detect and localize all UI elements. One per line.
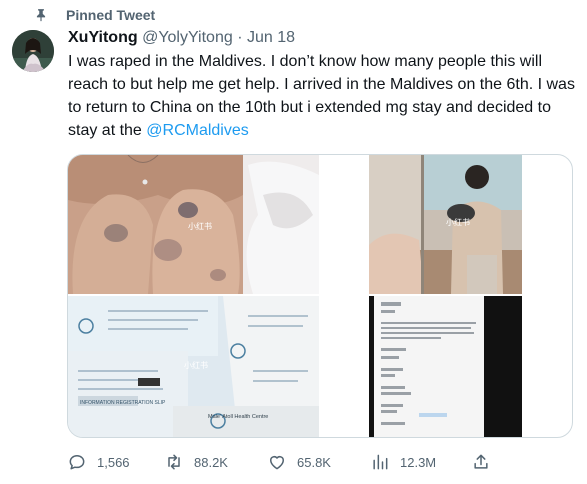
photo-4[interactable]	[369, 296, 522, 437]
tweet-body: I was raped in the Maldives. I don’t kno…	[68, 53, 575, 139]
share-button[interactable]	[471, 448, 491, 476]
pinned-row	[34, 6, 48, 24]
display-name[interactable]: XuYitong	[68, 29, 138, 46]
watermark: 小红书	[446, 218, 470, 227]
avatar[interactable]	[12, 30, 54, 72]
retweet-icon	[168, 454, 180, 470]
avatar-image	[12, 30, 54, 72]
reply-button[interactable]: 1,566	[67, 448, 130, 476]
mention-link[interactable]: @RCMaldives	[146, 122, 248, 139]
retweet-button[interactable]: 88.2K	[164, 448, 228, 476]
photo-clinic-name: Male' Atoll Health Centre	[208, 414, 268, 420]
pinned-label: Pinned Tweet	[66, 7, 156, 23]
media-grid: INFORMATION REGISTRATION SLIP Male' Atol…	[67, 154, 573, 438]
tweet-header: XuYitong @YolyYitong · Jun 18	[68, 28, 295, 48]
pin-icon	[36, 9, 46, 22]
action-bar: 1,566 88.2K 65.8K 12.3M	[0, 448, 587, 476]
heart-icon	[270, 456, 284, 470]
watermark: 小红书	[184, 361, 208, 370]
photo-form-title: INFORMATION REGISTRATION SLIP	[80, 400, 166, 406]
views-count: 12.3M	[400, 454, 437, 470]
tweet-text: I was raped in the Maldives. I don’t kno…	[68, 50, 578, 142]
views-button[interactable]: 12.3M	[370, 448, 436, 476]
tweet-date[interactable]: Jun 18	[247, 29, 295, 46]
reply-count: 1,566	[97, 454, 130, 470]
watermark: 小红书	[188, 222, 212, 231]
like-count: 65.8K	[297, 454, 331, 470]
separator-dot: ·	[237, 29, 243, 46]
tweet[interactable]: Pinned Tweet XuYitong @YolyYitong · Jun …	[0, 0, 587, 484]
share-icon	[474, 454, 488, 469]
user-handle[interactable]: @YolyYitong	[142, 29, 233, 46]
reply-icon	[69, 455, 85, 470]
like-button[interactable]: 65.8K	[267, 448, 331, 476]
views-icon	[373, 454, 388, 470]
retweet-count: 88.2K	[194, 454, 228, 470]
